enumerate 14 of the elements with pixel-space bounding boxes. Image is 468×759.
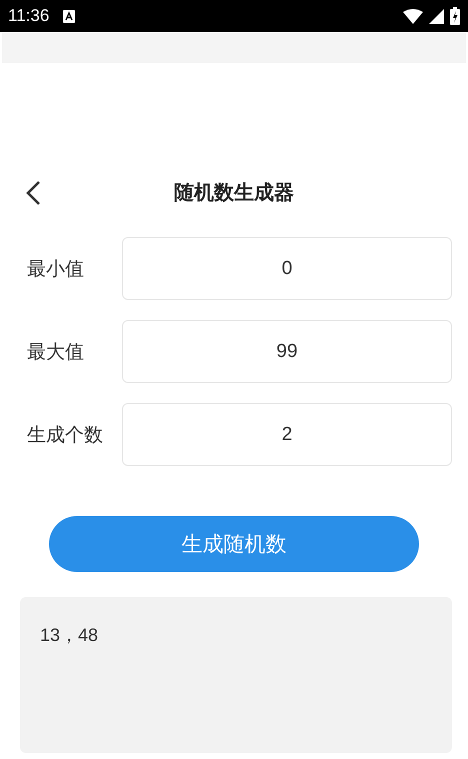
status-time: 11:36 — [8, 6, 50, 26]
wifi-icon — [403, 8, 423, 24]
signal-icon — [429, 8, 444, 24]
keyboard-icon — [63, 10, 76, 22]
result-text: 13，48 — [40, 625, 98, 645]
input-field[interactable]: 0 — [122, 237, 452, 300]
page-title: 随机数生成器 — [174, 178, 294, 206]
battery-icon — [450, 7, 460, 25]
back-icon[interactable] — [24, 180, 42, 206]
field-label: 最小值 — [27, 256, 85, 282]
field-label: 最大值 — [27, 340, 85, 364]
input-field[interactable]: 2 — [122, 403, 452, 466]
input-field[interactable]: 99 — [122, 320, 452, 383]
field-label: 生成个数 — [27, 422, 104, 448]
